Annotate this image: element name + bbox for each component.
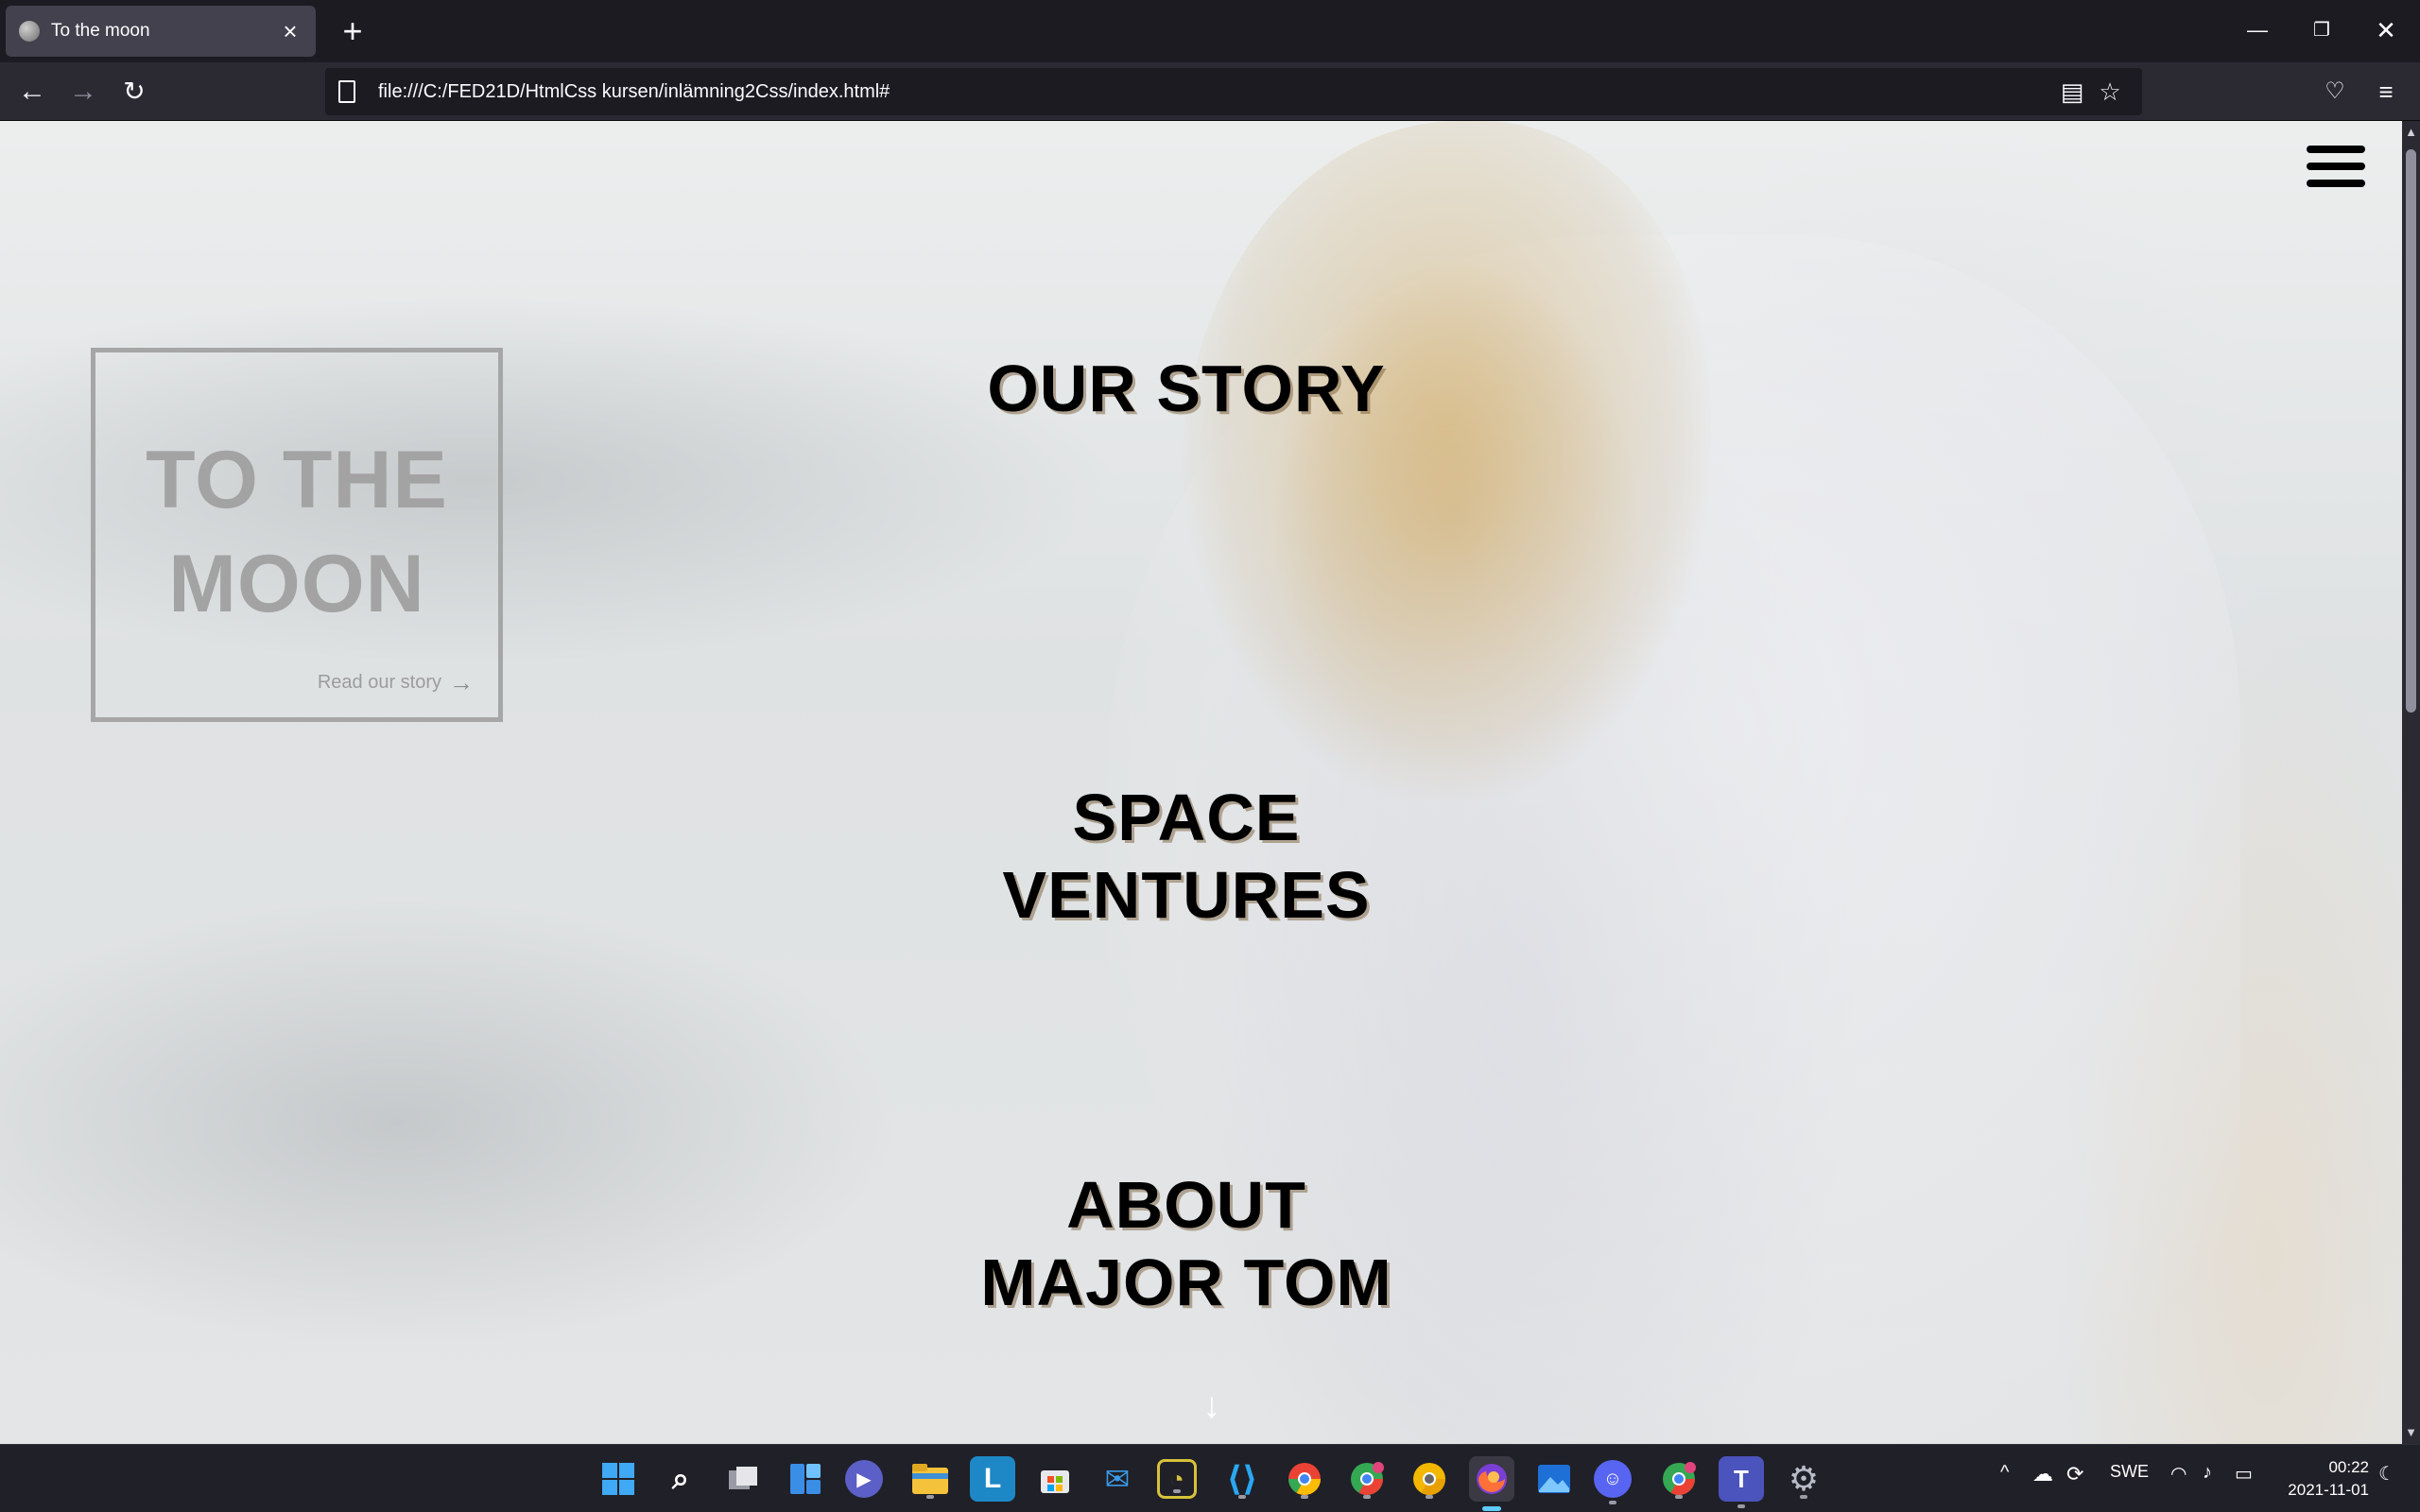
hamburger-menu-icon[interactable] [2307,146,2365,189]
menu-item-space-ventures[interactable]: SPACE VENTURES [870,779,1503,934]
photos-icon[interactable] [1531,1456,1577,1502]
app-menu-icon[interactable]: ≡ [2365,71,2407,112]
scroll-down-icon[interactable]: ▼ [2402,1421,2420,1444]
widgets-icon[interactable] [783,1456,828,1502]
mail-icon[interactable]: ✉ [1095,1456,1140,1502]
teams-icon[interactable]: T [1719,1456,1764,1508]
hero-title: TO THE MOON [95,428,498,636]
store-icon[interactable] [1032,1456,1078,1502]
read-our-story-label: Read our story [317,672,441,693]
navigation-toolbar: ← → ↻ file:///C:/FED21D/HtmlCss kursen/i… [0,62,2420,121]
scrollbar-thumb[interactable] [2406,149,2416,713]
chrome-profile-2-icon[interactable] [1656,1456,1702,1502]
search-icon[interactable]: ⌕ [658,1456,703,1502]
read-our-story-link[interactable]: Read our story → [318,668,474,697]
language-indicator[interactable]: SWE [2110,1462,2149,1482]
app-l-icon[interactable]: L [970,1456,1015,1502]
tab-strip: To the moon × + — ❐ ✕ [0,0,2420,62]
menu-item-about-major-tom[interactable]: ABOUT MAJOR TOM [870,1166,1503,1321]
app-tracker-icon[interactable]: ◔ [1157,1459,1197,1499]
menu-item-label: MAJOR TOM [980,1246,1392,1319]
windows-taskbar: ⌕ ▶ L ✉ ◔ ⟨⟩ ☺ T ⚙ ^ ☁ ⟳ SWE ◠ ♪ ▭ 00:22… [0,1444,2420,1512]
arrow-right-icon: → [449,668,474,696]
chat-icon[interactable]: ▶ [845,1460,883,1498]
address-bar[interactable]: file:///C:/FED21D/HtmlCss kursen/inlämni… [325,68,2142,115]
show-hidden-icons-icon[interactable]: ^ [2000,1462,2009,1484]
bookmark-star-icon[interactable]: ☆ [2091,73,2129,111]
menu-item-label: VENTURES [1002,858,1371,932]
hero-box: TO THE MOON Read our story → [91,348,503,722]
notifications-icon[interactable]: ☾ [2378,1462,2395,1486]
reader-view-icon[interactable]: ▤ [2053,73,2091,111]
menu-item-our-story[interactable]: OUR STORY [870,350,1503,427]
start-icon[interactable] [596,1456,641,1502]
taskbar-clock[interactable]: 00:22 2021-11-01 [2274,1456,2369,1502]
chrome-canary-icon[interactable] [1407,1456,1452,1502]
task-view-icon[interactable] [720,1456,766,1502]
hero-title-line-2: MOON [168,539,425,629]
discord-icon[interactable]: ☺ [1594,1460,1632,1504]
wifi-icon[interactable]: ◠ [2170,1462,2187,1486]
menu-item-label: OUR STORY [987,352,1386,425]
firefox-icon[interactable] [1469,1456,1514,1511]
page-viewport: TO THE MOON Read our story → OUR STORY S… [0,121,2402,1444]
menu-item-label: ABOUT [1066,1168,1306,1242]
scroll-up-icon[interactable]: ▲ [2402,121,2420,144]
restore-button[interactable]: ❐ [2295,9,2348,51]
tab-title: To the moon [51,21,150,41]
chrome-icon[interactable] [1282,1456,1327,1502]
astronaut-helmet-image [1182,121,1711,801]
close-tab-icon[interactable]: × [278,19,302,43]
settings-icon[interactable]: ⚙ [1781,1456,1826,1502]
onedrive-icon[interactable]: ☁ [2032,1462,2053,1486]
new-tab-button[interactable]: + [333,11,372,51]
reload-button[interactable]: ↻ [113,71,155,112]
browser-tab[interactable]: To the moon × [6,6,316,57]
scroll-down-arrow-icon[interactable]: ↓ [1193,1387,1231,1425]
pocket-icon[interactable]: ♡ [2314,71,2356,112]
clock-date: 2021-11-01 [2288,1481,2369,1499]
back-button[interactable]: ← [11,71,53,112]
clock-time: 00:22 [2328,1458,2369,1476]
url-text[interactable]: file:///C:/FED21D/HtmlCss kursen/inlämni… [378,81,2053,103]
file-explorer-icon[interactable] [908,1456,953,1502]
vscode-icon[interactable]: ⟨⟩ [1219,1456,1265,1502]
page-scrollbar[interactable]: ▲ ▼ [2402,121,2420,1444]
volume-icon[interactable]: ♪ [2203,1462,2212,1484]
close-window-button[interactable]: ✕ [2360,9,2412,51]
chrome-profile-icon[interactable] [1344,1456,1390,1502]
hero-title-line-1: TO THE [146,435,448,525]
page-icon [338,80,355,103]
forward-button[interactable]: → [62,71,104,112]
battery-icon[interactable]: ▭ [2235,1462,2253,1486]
menu-item-label: SPACE [1072,781,1301,854]
sync-icon[interactable]: ⟳ [2066,1462,2083,1486]
moon-favicon-icon [19,21,40,42]
minimize-button[interactable]: — [2231,9,2284,51]
